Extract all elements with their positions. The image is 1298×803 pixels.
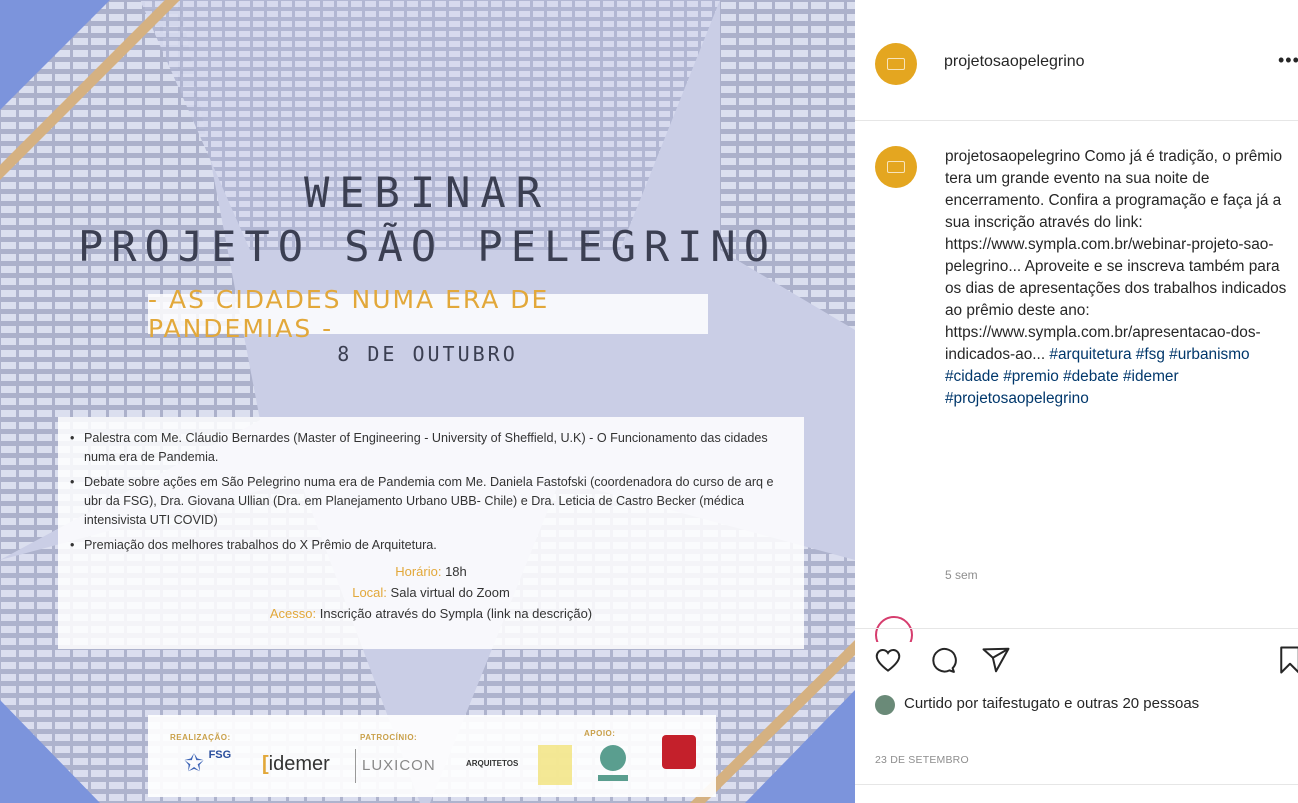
comment-avatar[interactable] bbox=[875, 612, 913, 642]
post-image[interactable]: WEBINAR PROJETO SÃO PELEGRINO - AS CIDAD… bbox=[0, 0, 855, 803]
bullet-item: Premiação dos melhores trabalhos do X Pr… bbox=[70, 536, 788, 555]
header-divider bbox=[855, 120, 1298, 121]
bullet-item: Palestra com Me. Cláudio Bernardes (Mast… bbox=[70, 429, 788, 467]
bookmark-icon[interactable] bbox=[1275, 645, 1298, 675]
sponsor-box: REALIZAÇÃO: PATROCÍNIO: APOIO: ✩ FSG [id… bbox=[148, 715, 716, 797]
event-details: Horário: 18h Local: Sala virtual do Zoom… bbox=[58, 561, 804, 624]
caelic-logo-icon bbox=[600, 745, 626, 771]
detail-row-time: Horário: 18h bbox=[58, 561, 804, 582]
detail-row-location: Local: Sala virtual do Zoom bbox=[58, 582, 804, 603]
post-date[interactable]: 23 DE SETEMBRO bbox=[875, 754, 969, 766]
actions-divider bbox=[855, 628, 1298, 629]
post-subtitle-box: - AS CIDADES NUMA ERA DE PANDEMIAS - bbox=[148, 285, 708, 343]
likes-text: Curtido por taifestugato e outras 20 pes… bbox=[904, 695, 1200, 712]
realizacao-label: REALIZAÇÃO: bbox=[170, 733, 231, 742]
detail-value: Inscrição através do Sympla (link na des… bbox=[319, 606, 593, 621]
profile-avatar[interactable] bbox=[875, 43, 917, 85]
detail-label: Horário: bbox=[395, 564, 442, 579]
bottom-divider bbox=[855, 784, 1298, 785]
caption-timestamp: 5 sem bbox=[945, 568, 978, 582]
apoio-label: APOIO: bbox=[584, 729, 616, 738]
detail-value: Sala virtual do Zoom bbox=[390, 585, 510, 600]
event-info-box: Palestra com Me. Cláudio Bernardes (Mast… bbox=[58, 417, 804, 649]
arquitetos-logo: ARQUITETOS bbox=[466, 759, 519, 768]
event-date: 8 DE OUTUBRO bbox=[337, 342, 518, 366]
post-caption: projetosaopelegrino Como já é tradição, … bbox=[945, 146, 1290, 410]
event-bullet-list: Palestra com Me. Cláudio Bernardes (Mast… bbox=[58, 417, 804, 555]
avatar-logo-icon bbox=[887, 58, 905, 70]
sao-pelegrino-logo bbox=[538, 745, 572, 785]
post-title-line2: PROJETO SÃO PELEGRINO bbox=[77, 222, 777, 271]
heart-icon[interactable] bbox=[873, 645, 903, 675]
post-side-panel: projetosaopelegrino ••• projetosaopelegr… bbox=[855, 0, 1298, 803]
header-username[interactable]: projetosaopelegrino bbox=[944, 53, 1085, 71]
star-icon: ✩ bbox=[184, 750, 205, 777]
idemer-logo: [idemer bbox=[262, 753, 330, 776]
detail-row-access: Acesso: Inscrição através do Sympla (lin… bbox=[58, 603, 804, 624]
iab-logo bbox=[662, 735, 696, 769]
fsg-logo-text: FSG bbox=[208, 749, 232, 761]
more-icon[interactable]: ••• bbox=[1278, 50, 1298, 71]
detail-value: 18h bbox=[445, 564, 467, 579]
idemer-logo-text: idemer bbox=[268, 753, 330, 775]
fsg-logo: ✩ FSG bbox=[184, 749, 231, 778]
luxicon-logo: LUXICON bbox=[362, 757, 436, 774]
detail-label: Local: bbox=[352, 585, 387, 600]
idemer-mark-icon: [ bbox=[262, 753, 269, 775]
sponsor-divider bbox=[355, 749, 356, 783]
caption-avatar[interactable] bbox=[875, 146, 917, 188]
avatar-logo-icon bbox=[887, 161, 905, 173]
post-title-line1: WEBINAR bbox=[303, 168, 551, 217]
share-icon[interactable] bbox=[981, 645, 1011, 675]
caption-username[interactable]: projetosaopelegrino bbox=[945, 148, 1080, 165]
post-subtitle: - AS CIDADES NUMA ERA DE PANDEMIAS - bbox=[148, 285, 550, 343]
action-bar bbox=[855, 640, 1298, 680]
comment-icon[interactable] bbox=[927, 645, 957, 675]
patrocinio-label: PATROCÍNIO: bbox=[360, 733, 418, 742]
detail-label: Acesso: bbox=[269, 606, 317, 621]
liker-avatar[interactable] bbox=[875, 695, 895, 715]
building-background bbox=[0, 0, 855, 803]
caption-text: Como já é tradição, o prêmio tera um gra… bbox=[945, 148, 1287, 363]
caelic-logo-bar bbox=[598, 775, 628, 781]
bullet-item: Debate sobre ações em São Pelegrino numa… bbox=[70, 473, 788, 530]
